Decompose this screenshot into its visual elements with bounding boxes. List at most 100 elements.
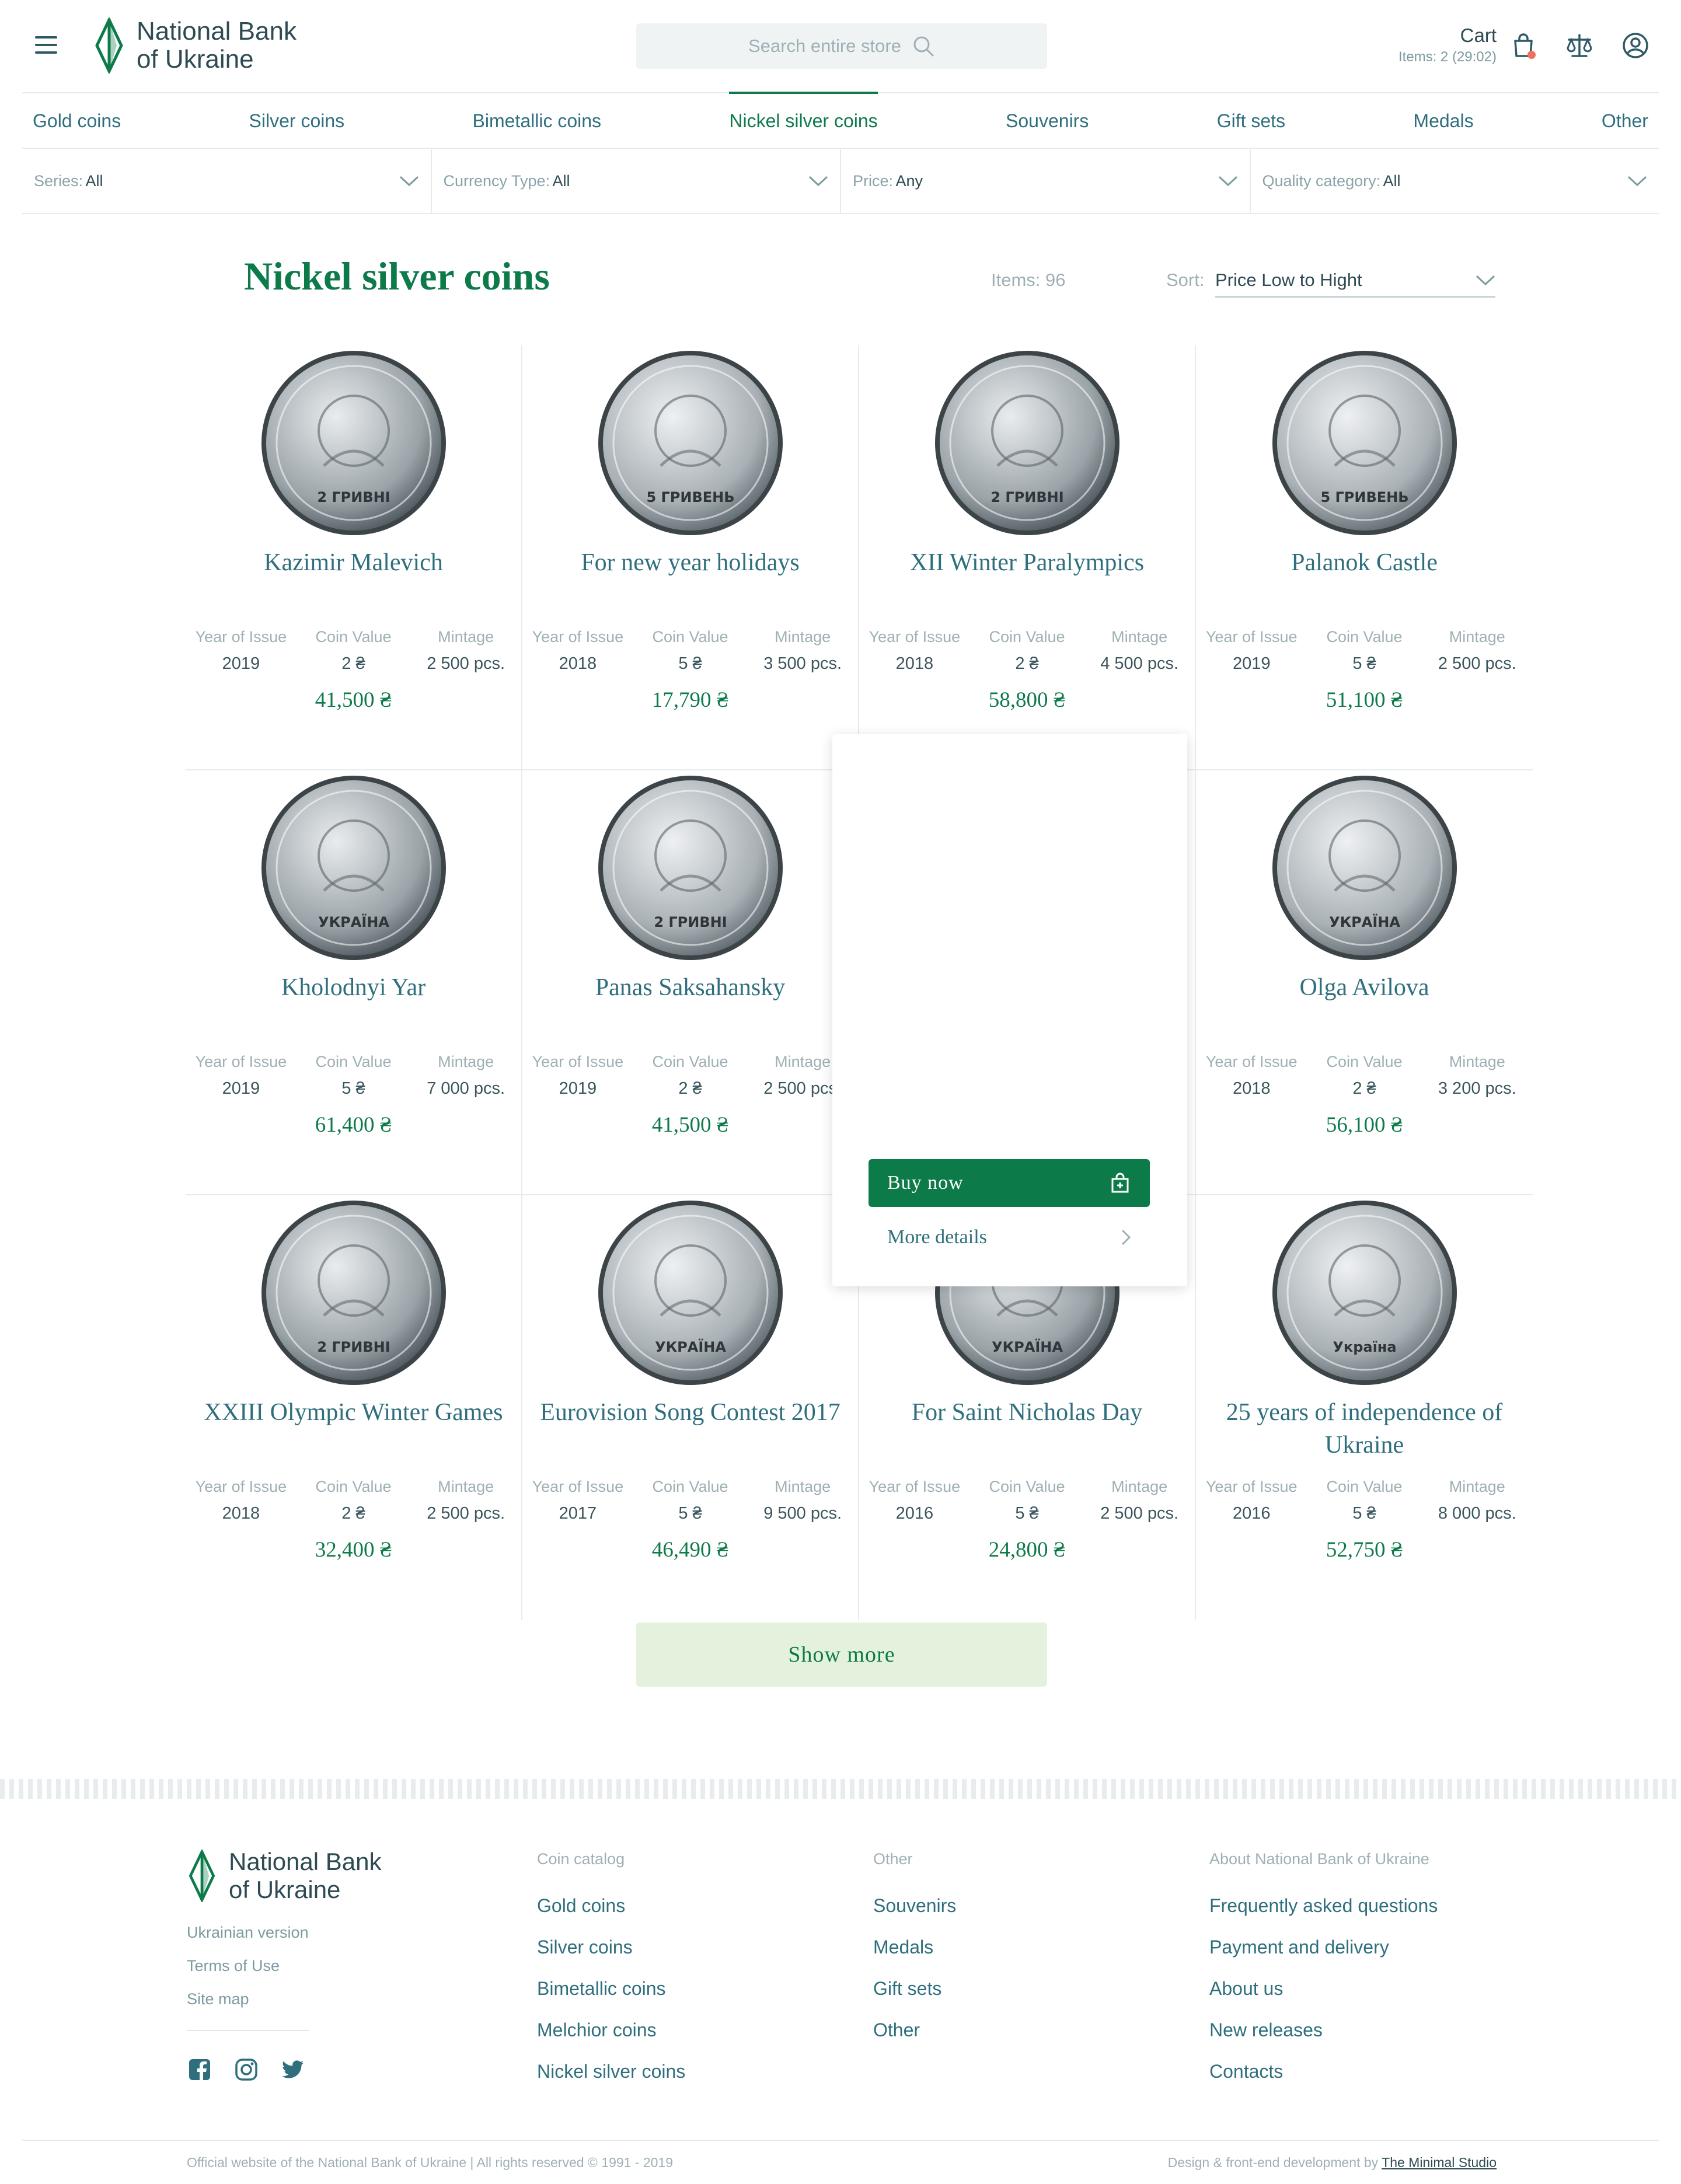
- product-card[interactable]: УКРАЇНА Kholodnyi Yar Year of Issue 2019 Coi…: [186, 770, 522, 1195]
- attr-value: Coin Value 5 ₴: [1309, 628, 1420, 674]
- footer-link-silver-coins[interactable]: Silver coins: [537, 1937, 685, 1958]
- menu-icon[interactable]: [35, 36, 57, 55]
- ukrainian-version-link[interactable]: Ukrainian version: [187, 1924, 309, 1942]
- product-card[interactable]: Україна 25 years of independence of Ukrai…: [1196, 1195, 1533, 1620]
- category-souvenirs[interactable]: Souvenirs: [1006, 93, 1089, 149]
- attr-year: Year of Issue 2017: [522, 1478, 633, 1523]
- user-account-icon[interactable]: [1621, 32, 1649, 60]
- attr-value: 2019: [1232, 654, 1271, 673]
- footer-link-melchior-coins[interactable]: Melchior coins: [537, 2019, 685, 2041]
- coin-image[interactable]: УКРАЇНА: [1271, 774, 1459, 962]
- coin-image[interactable]: 5 ГРИВЕНЬ: [597, 349, 784, 537]
- attr-label: Coin Value: [989, 1478, 1065, 1495]
- attr-label: Year of Issue: [532, 1053, 624, 1070]
- filter-price[interactable]: Price: Any: [841, 149, 1251, 213]
- product-card[interactable]: 5 ГРИВЕНЬ Palanok Castle Year of Issue 2019…: [1196, 346, 1533, 770]
- footer-logo[interactable]: National Bank of Ukraine: [187, 1848, 382, 1904]
- attr-label: Year of Issue: [532, 1478, 624, 1495]
- attr-label: Year of Issue: [532, 628, 624, 646]
- category-other[interactable]: Other: [1602, 93, 1648, 149]
- coin-image[interactable]: 2 ГРИВНІ: [260, 1199, 448, 1387]
- attr-label: Year of Issue: [195, 1478, 287, 1495]
- coin-image[interactable]: 5 ГРИВЕНЬ: [1271, 349, 1459, 537]
- product-name[interactable]: Kholodnyi Yar: [186, 971, 521, 1004]
- product-card[interactable]: 2 ГРИВНІ Kazimir Malevich Year of Issue 201…: [186, 346, 522, 770]
- coin-image[interactable]: 2 ГРИВНІ: [260, 349, 448, 537]
- product-attributes: Year of Issue 2019 Coin Value 2 ₴ Mintage 2 5…: [522, 1053, 858, 1098]
- category-nickel-silver-coins[interactable]: Nickel silver coins: [729, 91, 878, 149]
- sort-select[interactable]: Price Low to Hight: [1215, 264, 1495, 298]
- category-medals[interactable]: Medals: [1413, 93, 1473, 149]
- filter-label: Price:: [853, 172, 894, 190]
- footer-bottom-divider: [22, 2140, 1659, 2141]
- attr-label: Mintage: [1449, 1053, 1505, 1070]
- footer-link-faq[interactable]: Frequently asked questions: [1209, 1895, 1438, 1917]
- product-card[interactable]: 2 ГРИВНІ XXIII Olympic Winter Games Year o…: [186, 1195, 522, 1620]
- category-silver-coins[interactable]: Silver coins: [249, 93, 345, 149]
- filter-series[interactable]: Series: All: [22, 149, 432, 213]
- category-gold-coins[interactable]: Gold coins: [33, 93, 121, 149]
- logo[interactable]: National Bank of Ukraine: [93, 18, 297, 74]
- product-name[interactable]: XXIII Olympic Winter Games: [186, 1396, 521, 1429]
- product-name[interactable]: For new year holidays: [522, 546, 858, 579]
- product-name[interactable]: Palanok Castle: [1196, 546, 1533, 579]
- show-more-button[interactable]: Show more: [636, 1623, 1047, 1687]
- attr-label: Coin Value: [315, 1478, 392, 1495]
- filter-quality-category[interactable]: Quality category: All: [1251, 149, 1659, 213]
- footer-link-nickel-silver-coins[interactable]: Nickel silver coins: [537, 2061, 685, 2082]
- product-name[interactable]: Panas Saksahansky: [522, 971, 858, 1004]
- footer-link-medals[interactable]: Medals: [873, 1937, 956, 1958]
- svg-text:2 ГРИВНІ: 2 ГРИВНІ: [991, 489, 1063, 505]
- search-icon[interactable]: [912, 34, 935, 58]
- shopping-bag-icon[interactable]: [1509, 32, 1537, 60]
- chevron-down-icon: [1627, 176, 1647, 187]
- more-details-link[interactable]: More details: [869, 1220, 1150, 1255]
- product-name[interactable]: XII Winter Paralympics: [859, 546, 1195, 579]
- category-bimetallic-coins[interactable]: Bimetallic coins: [473, 93, 602, 149]
- search-input[interactable]: Search entire store: [636, 23, 1047, 69]
- twitter-icon[interactable]: [281, 2058, 305, 2081]
- product-card[interactable]: УКРАЇНА Eurovision Song Contest 2017 Year …: [522, 1195, 859, 1620]
- footer-link-bimetallic-coins[interactable]: Bimetallic coins: [537, 1978, 685, 2000]
- footer-link-new-releases[interactable]: New releases: [1209, 2019, 1438, 2041]
- coin-image[interactable]: Україна: [1271, 1199, 1459, 1387]
- product-name[interactable]: For Saint Nicholas Day: [859, 1396, 1195, 1429]
- terms-of-use-link[interactable]: Terms of Use: [187, 1957, 309, 1975]
- footer-link-about-us[interactable]: About us: [1209, 1978, 1438, 2000]
- product-card[interactable]: УКРАЇНА Olga Avilova Year of Issue 2018 Coin…: [1196, 770, 1533, 1195]
- product-name[interactable]: Olga Avilova: [1196, 971, 1533, 1004]
- attr-mintage: Mintage 2 500 pcs.: [410, 628, 521, 674]
- coin-image[interactable]: УКРАЇНА: [260, 774, 448, 962]
- coin-image[interactable]: УКРАЇНА: [597, 1199, 784, 1387]
- instagram-icon[interactable]: [235, 2058, 258, 2081]
- product-card[interactable]: 2 ГРИВНІ Panas Saksahansky Year of Issue 20…: [522, 770, 859, 1195]
- attr-mintage: Mintage 9 500 pcs.: [747, 1478, 858, 1523]
- buy-now-button[interactable]: Buy now: [869, 1159, 1150, 1207]
- footer-link-souvenirs[interactable]: Souvenirs: [873, 1895, 956, 1917]
- attr-value: Coin Value 2 ₴: [298, 628, 409, 674]
- compare-scales-icon[interactable]: [1565, 32, 1593, 60]
- studio-link[interactable]: The Minimal Studio: [1382, 2155, 1497, 2170]
- product-name[interactable]: Kazimir Malevich: [186, 546, 521, 579]
- filter-label: Currency Type:: [443, 172, 550, 190]
- chevron-right-icon: [1121, 1229, 1131, 1245]
- product-card[interactable]: 5 ГРИВЕНЬ For new year holidays Year of Is…: [522, 346, 859, 770]
- svg-text:5 ГРИВЕНЬ: 5 ГРИВЕНЬ: [1320, 489, 1408, 505]
- product-price: 52,750 ₴: [1326, 1538, 1403, 1562]
- product-name[interactable]: Eurovision Song Contest 2017: [522, 1396, 858, 1429]
- product-card[interactable]: 2 ГРИВНІ XII Winter Paralympics Year of Is…: [859, 346, 1196, 770]
- footer-link-payment-delivery[interactable]: Payment and delivery: [1209, 1937, 1438, 1958]
- attr-value: 2016: [1232, 1504, 1271, 1523]
- coin-image[interactable]: 2 ГРИВНІ: [597, 774, 784, 962]
- site-map-link[interactable]: Site map: [187, 1990, 309, 2008]
- footer-link-other[interactable]: Other: [873, 2019, 956, 2041]
- product-name[interactable]: 25 years of independence of Ukraine: [1196, 1396, 1533, 1461]
- filter-currency-type[interactable]: Currency Type: All: [432, 149, 841, 213]
- coin-image[interactable]: 2 ГРИВНІ: [933, 349, 1121, 537]
- footer-link-contacts[interactable]: Contacts: [1209, 2061, 1438, 2082]
- facebook-icon[interactable]: [188, 2058, 211, 2081]
- footer-link-gold-coins[interactable]: Gold coins: [537, 1895, 685, 1917]
- footer-link-gift-sets[interactable]: Gift sets: [873, 1978, 956, 2000]
- cart[interactable]: Cart Items: 2 (29:02): [1398, 25, 1497, 65]
- category-gift-sets[interactable]: Gift sets: [1217, 93, 1285, 149]
